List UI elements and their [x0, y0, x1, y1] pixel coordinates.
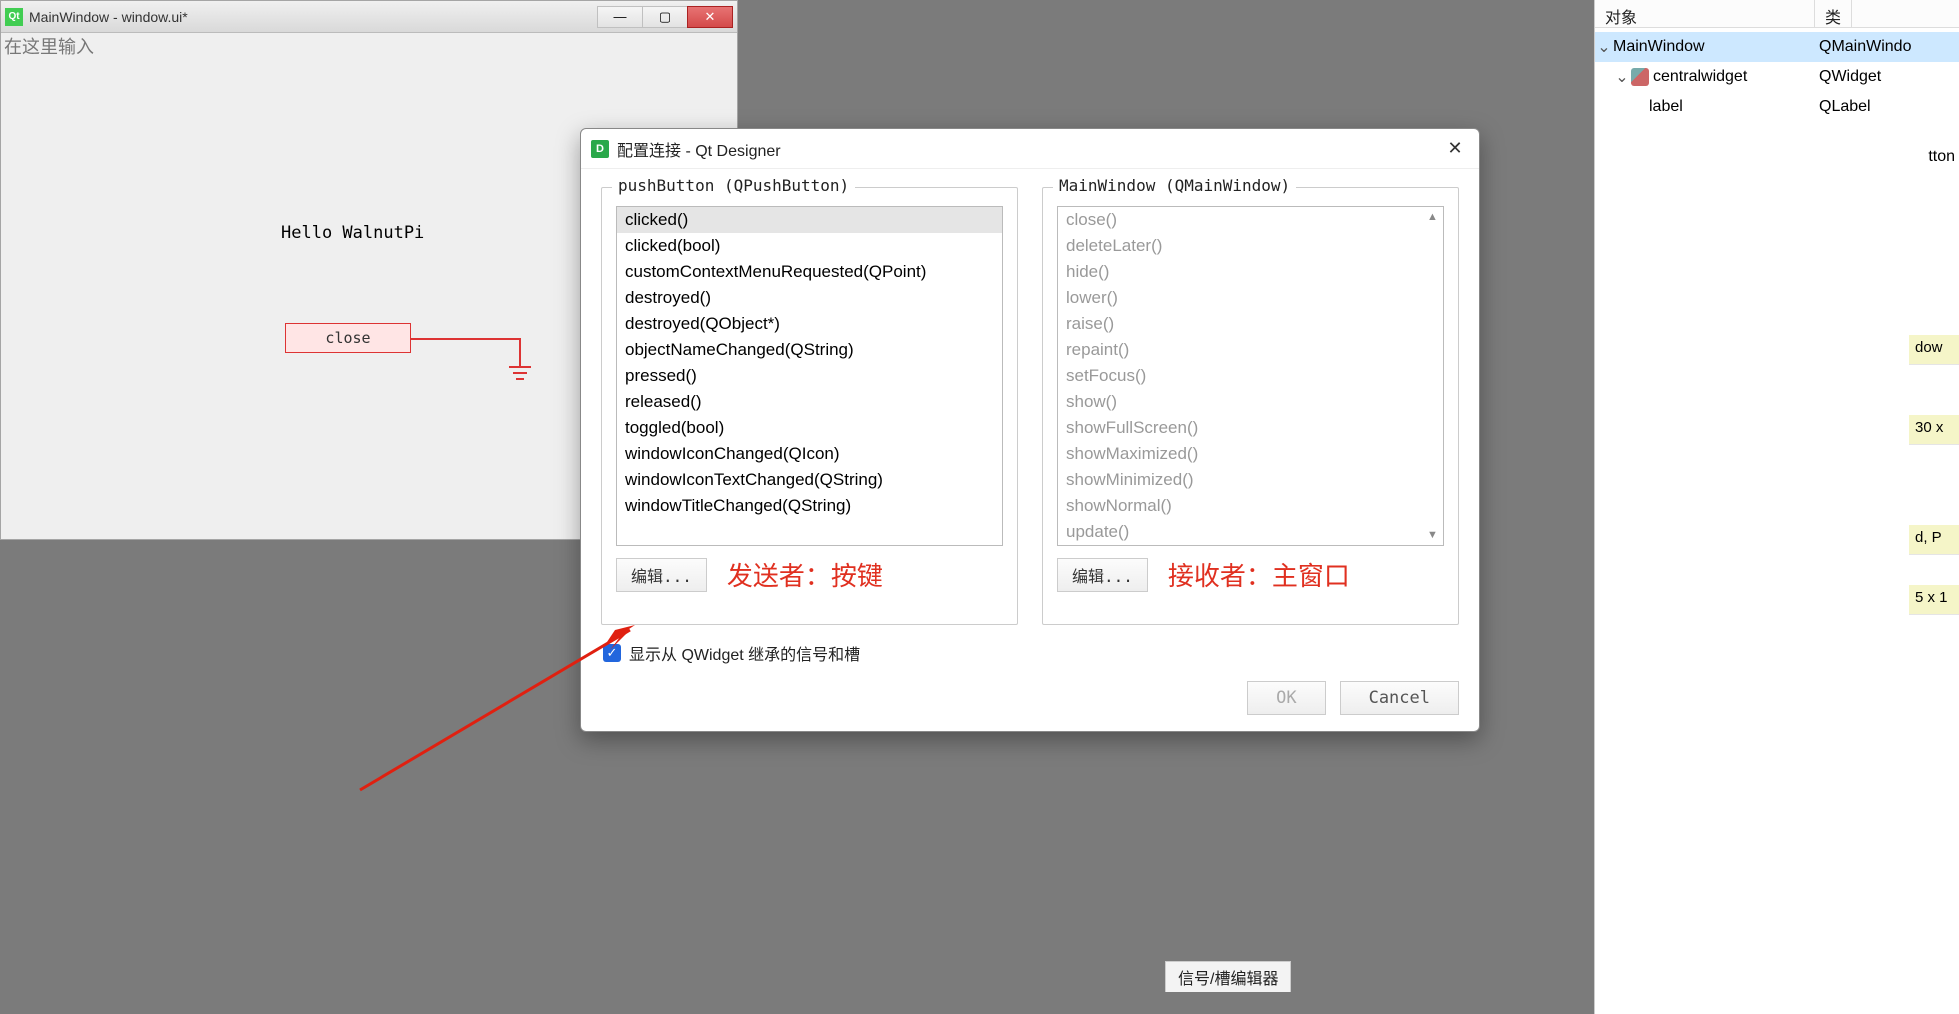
slot-item[interactable]: setFocus(): [1058, 363, 1443, 389]
slot-item[interactable]: close(): [1058, 207, 1443, 233]
signal-item[interactable]: released(): [617, 389, 1002, 415]
slot-item[interactable]: raise(): [1058, 311, 1443, 337]
edit-slots-button[interactable]: 编辑...: [1057, 558, 1148, 592]
signal-item[interactable]: windowIconTextChanged(QString): [617, 467, 1002, 493]
slot-item[interactable]: showMinimized(): [1058, 467, 1443, 493]
tree-row-mainwindow[interactable]: ⌄ MainWindow QMainWindo: [1595, 32, 1959, 62]
show-inherited-checkbox[interactable]: ✓: [603, 644, 621, 662]
signal-item[interactable]: clicked(): [617, 207, 1002, 233]
dialog-close-icon[interactable]: ✕: [1441, 135, 1469, 163]
prop-hint-2: d, P: [1909, 525, 1959, 555]
chevron-down-icon[interactable]: ⌄: [1613, 67, 1631, 87]
tree-row-label[interactable]: label QLabel: [1595, 92, 1959, 122]
prop-hint-0: dow: [1909, 335, 1959, 365]
tree-row-centralwidget[interactable]: ⌄ centralwidget QWidget: [1595, 62, 1959, 92]
slot-item[interactable]: show(): [1058, 389, 1443, 415]
slot-item[interactable]: hide(): [1058, 259, 1443, 285]
close-button[interactable]: ✕: [687, 6, 733, 28]
slot-item[interactable]: repaint(): [1058, 337, 1443, 363]
slot-item[interactable]: update(): [1058, 519, 1443, 545]
hello-label: Hello WalnutPi: [281, 223, 424, 243]
signal-item[interactable]: pressed(): [617, 363, 1002, 389]
close-signal-box[interactable]: close: [285, 323, 411, 353]
slot-item[interactable]: lower(): [1058, 285, 1443, 311]
dialog-checkbox-row: ✓ 显示从 QWidget 继承的信号和槽: [581, 635, 1479, 671]
slot-item[interactable]: showNormal(): [1058, 493, 1443, 519]
menu-placeholder[interactable]: 在这里输入: [4, 33, 94, 59]
designer-icon: D: [591, 140, 609, 158]
design-window-title: MainWindow - window.ui*: [29, 9, 598, 25]
signal-item[interactable]: windowIconChanged(QIcon): [617, 441, 1002, 467]
minimize-button[interactable]: —: [597, 6, 643, 28]
scroll-down-icon[interactable]: ▼: [1427, 529, 1441, 541]
edit-signals-button[interactable]: 编辑...: [616, 558, 707, 592]
show-inherited-label[interactable]: 显示从 QWidget 继承的信号和槽: [629, 641, 860, 665]
signal-item[interactable]: windowTitleChanged(QString): [617, 493, 1002, 519]
design-titlebar: Qt MainWindow - window.ui* — ▢ ✕: [1, 1, 737, 33]
prop-hint-3: 5 x 1: [1909, 585, 1959, 615]
maximize-button[interactable]: ▢: [642, 6, 688, 28]
qt-icon: Qt: [5, 8, 23, 26]
sender-group: pushButton (QPushButton) clicked()clicke…: [601, 187, 1018, 625]
slot-item[interactable]: showFullScreen(): [1058, 415, 1443, 441]
object-inspector-panel: 对象 类 ⌄ MainWindow QMainWindo ⌄ centralwi…: [1594, 0, 1959, 1014]
property-editor-fragment: dow 30 x d, P 5 x 1: [1909, 245, 1959, 615]
prop-hint-1: 30 x: [1909, 415, 1959, 445]
receiver-group-title: MainWindow (QMainWindow): [1053, 176, 1296, 195]
tree-row-hidden-suffix: tton: [1928, 148, 1955, 166]
col-class[interactable]: 类: [1815, 0, 1852, 27]
object-tree[interactable]: ⌄ MainWindow QMainWindo ⌄ centralwidget …: [1595, 28, 1959, 126]
col-object[interactable]: 对象: [1595, 0, 1815, 27]
widget-icon: [1631, 68, 1649, 86]
configure-connection-dialog: D 配置连接 - Qt Designer ✕ pushButton (QPush…: [580, 128, 1480, 732]
signal-item[interactable]: customContextMenuRequested(QPoint): [617, 259, 1002, 285]
slot-item[interactable]: deleteLater(): [1058, 233, 1443, 259]
signal-slot-editor-tab[interactable]: 信号/槽编辑器: [1165, 961, 1291, 992]
chevron-down-icon[interactable]: ⌄: [1595, 37, 1613, 57]
signal-item[interactable]: clicked(bool): [617, 233, 1002, 259]
dialog-titlebar: D 配置连接 - Qt Designer ✕: [581, 129, 1479, 169]
sender-group-title: pushButton (QPushButton): [612, 176, 855, 195]
receiver-group: MainWindow (QMainWindow) ▲ ▼ close()dele…: [1042, 187, 1459, 625]
sender-annotation: 发送者：按键: [727, 556, 883, 593]
signal-item[interactable]: toggled(bool): [617, 415, 1002, 441]
ok-button[interactable]: OK: [1247, 681, 1325, 715]
object-inspector-header: 对象 类: [1595, 0, 1959, 28]
signal-connector-line: [411, 338, 521, 340]
receiver-annotation: 接收者：主窗口: [1168, 556, 1350, 593]
signal-item[interactable]: objectNameChanged(QString): [617, 337, 1002, 363]
slots-listbox[interactable]: ▲ ▼ close()deleteLater()hide()lower()rai…: [1057, 206, 1444, 546]
dialog-title: 配置连接 - Qt Designer: [617, 137, 1441, 161]
signals-listbox[interactable]: clicked()clicked(bool)customContextMenuR…: [616, 206, 1003, 546]
slot-item[interactable]: showMaximized(): [1058, 441, 1443, 467]
scroll-up-icon[interactable]: ▲: [1427, 211, 1441, 223]
signal-item[interactable]: destroyed(): [617, 285, 1002, 311]
signal-item[interactable]: destroyed(QObject*): [617, 311, 1002, 337]
ground-icon: [519, 338, 531, 380]
cancel-button[interactable]: Cancel: [1340, 681, 1459, 715]
scrollbar[interactable]: ▲ ▼: [1427, 211, 1441, 541]
